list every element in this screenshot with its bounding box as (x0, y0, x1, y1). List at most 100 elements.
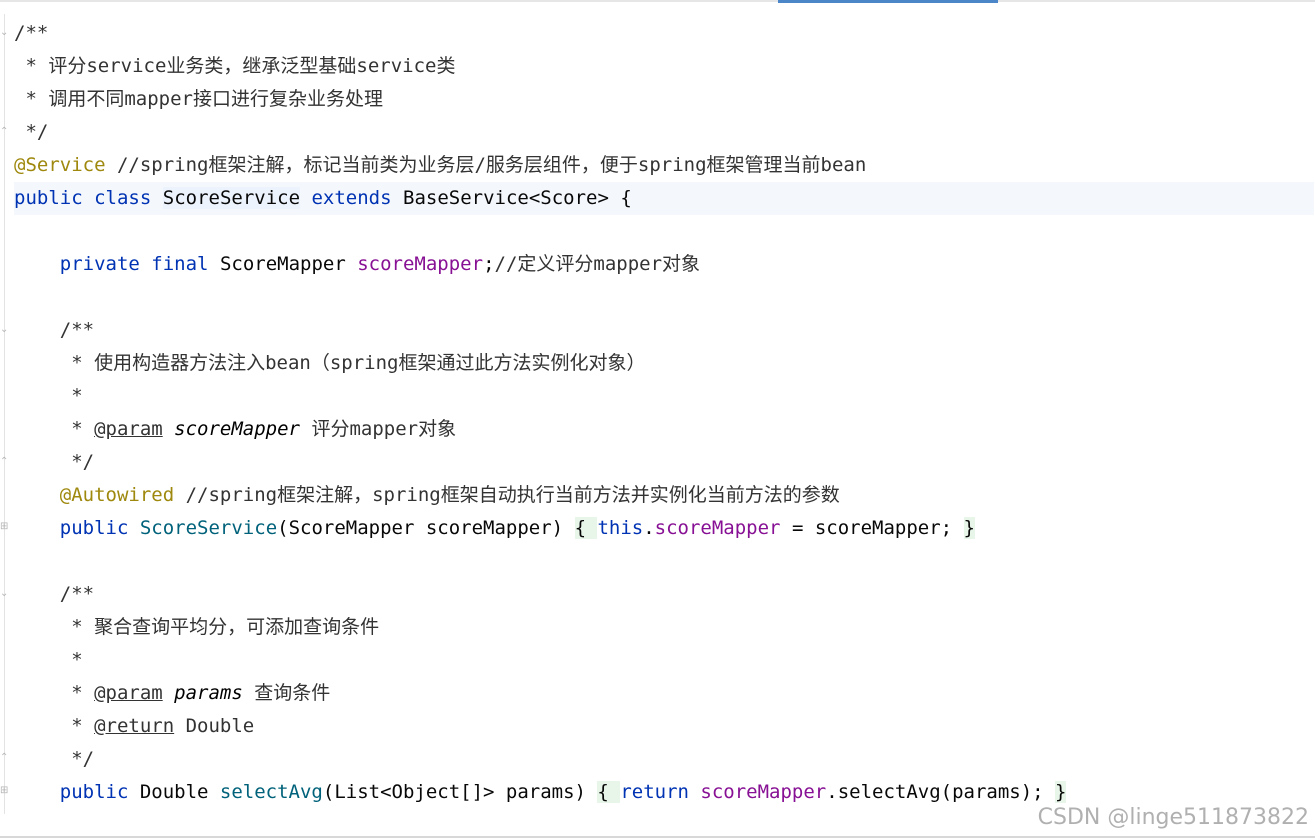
code-token: * 使用构造器方法注入bean（spring框架通过此方法实例化对象） (14, 352, 646, 374)
code-token: 查询条件 (242, 682, 331, 704)
fold-close-icon[interactable]: ⌃ (0, 753, 10, 763)
fold-open-icon[interactable]: ⌄ (0, 28, 10, 38)
code-line[interactable]: public class ScoreService extends BaseSe… (14, 182, 1314, 215)
code-line[interactable] (14, 215, 1314, 248)
code-line[interactable]: * @param scoreMapper 评分mapper对象 (14, 413, 1314, 446)
code-token: /** (14, 319, 95, 341)
code-token: ; (483, 253, 495, 275)
code-line[interactable]: * 聚合查询平均分，可添加查询条件 (14, 611, 1314, 644)
code-token: ScoreService (139, 517, 278, 539)
fold-open-icon[interactable]: ⌄ (0, 589, 10, 599)
code-token: . (643, 517, 655, 539)
code-token: /** (14, 583, 95, 605)
code-token: (List<Object[]> params) (322, 781, 598, 803)
code-line[interactable]: * 调用不同mapper接口进行复杂业务处理 (14, 83, 1314, 116)
code-line[interactable]: * 评分service业务类，继承泛型基础service类 (14, 50, 1314, 83)
code-token: return (620, 781, 689, 803)
code-token: { (597, 781, 621, 803)
code-line[interactable]: public ScoreService(ScoreMapper scoreMap… (14, 512, 1314, 545)
code-line[interactable]: * @param params 查询条件 (14, 677, 1314, 710)
code-token: public (14, 187, 83, 209)
code-token: */ (14, 451, 95, 473)
code-token: private (59, 253, 140, 275)
code-line[interactable]: * 使用构造器方法注入bean（spring框架通过此方法实例化对象） (14, 347, 1314, 380)
code-token: scoreMapper (700, 781, 827, 803)
code-line[interactable]: /** (14, 314, 1314, 347)
code-token: */ (14, 748, 95, 770)
code-token: selectAvg (219, 781, 323, 803)
code-line[interactable]: */ (14, 446, 1314, 479)
code-token: ScoreMapper (208, 253, 358, 275)
code-token: //定义评分mapper对象 (494, 253, 701, 275)
code-line[interactable]: * (14, 644, 1314, 677)
fold-close-icon[interactable]: ⌃ (0, 127, 10, 137)
fold-expand-icon[interactable]: ⊞ (0, 522, 10, 532)
watermark: CSDN @linge511873822 (1037, 805, 1309, 830)
code-token: @Autowired (59, 484, 175, 506)
code-token: * (14, 418, 95, 440)
code-token: * (14, 385, 83, 407)
fold-open-icon[interactable]: ⌄ (0, 325, 10, 335)
code-token: = scoreMapper; (780, 517, 964, 539)
code-token: public (59, 781, 129, 803)
code-token: * (14, 715, 95, 737)
code-token: @param (94, 682, 163, 704)
code-line[interactable]: @Service //spring框架注解，标记当前类为业务层/服务层组件，便于… (14, 149, 1314, 182)
active-tab-indicator[interactable] (778, 0, 998, 3)
fold-close-icon[interactable]: ⌃ (0, 457, 10, 467)
code-line[interactable] (14, 545, 1314, 578)
code-token: this (597, 517, 644, 539)
code-token: @return (94, 715, 175, 737)
code-token: Double (174, 715, 255, 737)
code-editor[interactable]: /** * 评分service业务类，继承泛型基础service类 * 调用不同… (14, 17, 1314, 809)
code-line[interactable]: * (14, 380, 1314, 413)
code-line[interactable]: /** (14, 17, 1314, 50)
code-line[interactable]: /** (14, 578, 1314, 611)
code-line[interactable]: @Autowired //spring框架注解，spring框架自动执行当前方法… (14, 479, 1314, 512)
code-token: */ (14, 121, 49, 143)
editor-top-border (0, 0, 1315, 2)
code-token: (ScoreMapper scoreMapper) (277, 517, 575, 539)
code-token: /** (14, 22, 49, 44)
code-token: params (174, 682, 243, 704)
code-token: * (14, 649, 83, 671)
fold-expand-icon[interactable]: ⊞ (0, 786, 10, 796)
code-token: public (59, 517, 129, 539)
code-token: ScoreService (162, 187, 301, 209)
code-token: extends (311, 187, 392, 209)
code-token: @param (94, 418, 163, 440)
code-token: { (574, 517, 598, 539)
code-token: * 评分service业务类，继承泛型基础service类 (14, 55, 456, 77)
code-token: BaseService<Score> { (391, 187, 632, 209)
code-line[interactable]: */ (14, 116, 1314, 149)
code-token: scoreMapper (654, 517, 781, 539)
code-token: scoreMapper (174, 418, 301, 440)
code-line[interactable]: */ (14, 743, 1314, 776)
code-token: } (963, 517, 975, 539)
code-token: * (14, 682, 95, 704)
code-token: } (1055, 781, 1067, 803)
code-token: Double (128, 781, 220, 803)
code-line[interactable]: * @return Double (14, 710, 1314, 743)
code-token: * 聚合查询平均分，可添加查询条件 (14, 616, 380, 638)
code-token: //spring框架注解，spring框架自动执行当前方法并实例化当前方法的参数 (174, 484, 840, 506)
code-line[interactable]: private final ScoreMapper scoreMapper;//… (14, 248, 1314, 281)
code-token: .selectAvg(params); (826, 781, 1056, 803)
code-token: scoreMapper (357, 253, 484, 275)
code-line[interactable] (14, 281, 1314, 314)
code-token: 评分mapper对象 (300, 418, 457, 440)
code-token: class (94, 187, 152, 209)
code-token: //spring框架注解，标记当前类为业务层/服务层组件，便于spring框架管… (105, 154, 867, 176)
